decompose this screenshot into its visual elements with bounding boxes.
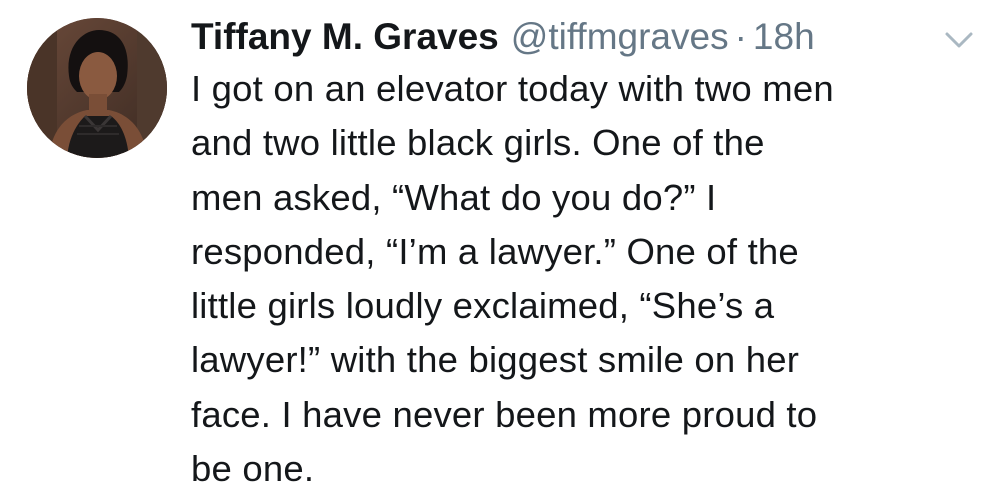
chevron-down-icon[interactable]	[944, 30, 974, 50]
tweet-text-line: little girls loudly exclaimed, “She’s a	[191, 285, 775, 327]
avatar[interactable]	[27, 18, 167, 158]
separator-dot: ·	[734, 16, 747, 57]
tweet-text-line: face. I have never been more proud to	[191, 393, 818, 435]
author-name[interactable]: Tiffany M. Graves	[191, 10, 499, 64]
tweet-text: I got on an elevator today with two men …	[191, 62, 981, 492]
tweet-text-line: I got on an elevator today with two men	[191, 68, 834, 109]
tweet-text-line: men asked, “What do you do?” I	[191, 176, 717, 218]
tweet-text-line: lawyer!” with the biggest smile on her	[191, 339, 800, 381]
author-handle[interactable]: @tiffmgraves	[511, 10, 729, 64]
tweet: Tiffany M. Graves @tiffmgraves · 18h I g…	[0, 0, 1000, 492]
tweet-text-line: responded, “I’m a lawyer.” One of the	[191, 230, 799, 272]
tweet-text-line: be one.	[191, 448, 315, 490]
tweet-header: Tiffany M. Graves @tiffmgraves · 18h	[191, 10, 815, 64]
timestamp[interactable]: 18h	[753, 10, 815, 64]
tweet-text-line: and two little black girls. One of the	[191, 122, 765, 164]
avatar-image	[27, 18, 167, 158]
